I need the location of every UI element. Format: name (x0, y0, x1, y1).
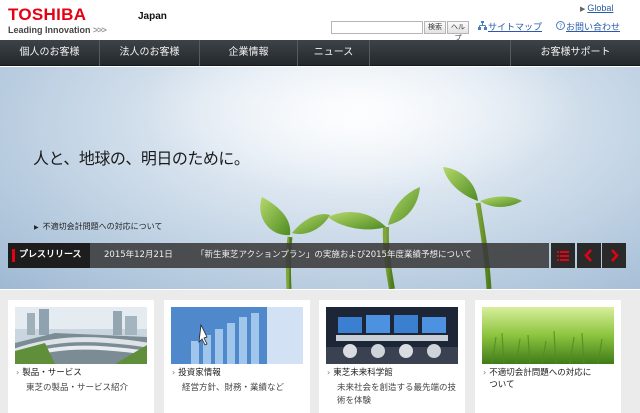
card-title: › 投資家情報 (172, 367, 221, 379)
card-title: › 東芝未来科学館 (327, 367, 393, 379)
chevron-right-icon: › (16, 368, 20, 377)
contact-icon: ? (556, 21, 565, 35)
card-products-services[interactable]: › 製品・サービス 東芝の製品・サービス紹介 (8, 300, 154, 413)
nav-item-personal[interactable]: 個人のお客様 (0, 40, 100, 66)
chevron-right-icon (602, 249, 626, 271)
chevron-left-icon (577, 249, 601, 271)
press-release-label: プレスリリース (8, 243, 90, 268)
search-button[interactable]: 検索 (424, 21, 446, 34)
card-title: › 製品・サービス (16, 367, 82, 379)
nav-item-corporate[interactable]: 法人のお客様 (100, 40, 200, 66)
search-input[interactable] (331, 21, 423, 34)
press-prev-button[interactable] (577, 243, 601, 268)
triangle-right-icon: ▶ (34, 224, 39, 231)
card-description: 経営方針、財務・業績など (182, 383, 285, 393)
hero-notice-label: 不適切会計問題への対応について (42, 222, 163, 231)
press-release-bar: プレスリリース 2015年12月21日 「新生東芝アクションプラン」の実施および… (8, 243, 549, 268)
help-button[interactable]: ヘルプ (447, 21, 469, 42)
region-label: Japan (138, 11, 167, 22)
hero-notice-link[interactable]: ▶ 不適切会計問題への対応について (34, 221, 162, 232)
nav-item-support[interactable]: お客様サポート (510, 40, 640, 66)
sitemap-link[interactable]: サイトマップ (478, 21, 542, 35)
press-next-button[interactable] (602, 243, 626, 268)
logo-tagline-text: Leading Innovation (8, 25, 91, 35)
card-investor-relations[interactable]: › 投資家情報 経営方針、財務・業績など (164, 300, 310, 413)
card-image-museum (326, 307, 458, 364)
global-link-label: Global (587, 3, 614, 13)
sitemap-link-label: サイトマップ (488, 23, 543, 33)
press-release-link[interactable]: 「新生東芝アクションプラン」の実施および2015年度業績予想について (196, 243, 472, 268)
card-description: 未来社会を創造する最先端の技術を体験 (337, 383, 457, 406)
hero-title: 人と、地球の、明日のために。 (33, 149, 250, 168)
site-header: TOSHIBA Leading Innovation >>> Japan ▶ Gl… (0, 0, 640, 42)
contact-link-label: お問い合わせ (566, 23, 621, 33)
card-image-grass (482, 307, 614, 364)
card-title-text: 製品・サービス (22, 368, 82, 378)
press-release-date: 2015年12月21日 (104, 250, 173, 260)
card-title-text: 投資家情報 (178, 368, 221, 378)
card-science-museum[interactable]: › 東芝未来科学館 未来社会を創造する最先端の技術を体験 (319, 300, 465, 413)
logo-tagline-arrows: >>> (93, 25, 107, 35)
svg-text:?: ? (559, 22, 562, 30)
press-list-button[interactable] (551, 243, 575, 268)
logo-wordmark: TOSHIBA (8, 5, 87, 24)
global-nav: 個人のお客様 法人のお客様 企業情報 ニュース お客様サポート (0, 40, 640, 66)
card-image-products (15, 307, 147, 364)
list-icon (551, 251, 575, 271)
contact-link[interactable]: ? お問い合わせ (556, 21, 620, 35)
chevron-right-icon: › (172, 368, 176, 377)
hero-banner: 人と、地球の、明日のために。 ▶ 不適切会計問題への対応について プレスリリース … (0, 67, 640, 289)
sitemap-icon (478, 21, 487, 35)
card-description: 東芝の製品・サービス紹介 (26, 383, 129, 393)
logo-tagline: Leading Innovation >>> (8, 25, 107, 35)
nav-item-company-info[interactable]: 企業情報 (200, 40, 298, 66)
card-image-investor (171, 307, 303, 364)
global-link[interactable]: ▶ Global (580, 3, 613, 13)
card-title-text: 東芝未来科学館 (333, 368, 393, 378)
toshiba-logo[interactable]: TOSHIBA Leading Innovation >>> (8, 5, 107, 35)
feature-cards: › 製品・サービス 東芝の製品・サービス紹介 › 投資家情報 経営方針、財務・業… (0, 290, 640, 413)
card-accounting-issue[interactable]: › 不適切会計問題への対応について (475, 300, 621, 413)
chevron-right-icon: › (483, 368, 487, 377)
card-title-text: 不適切会計問題への対応について (489, 368, 592, 390)
triangle-right-icon: ▶ (580, 6, 586, 13)
chevron-right-icon: › (327, 368, 331, 377)
card-title: › 不適切会計問題への対応について (483, 367, 607, 391)
nav-item-news[interactable]: ニュース (298, 40, 370, 66)
